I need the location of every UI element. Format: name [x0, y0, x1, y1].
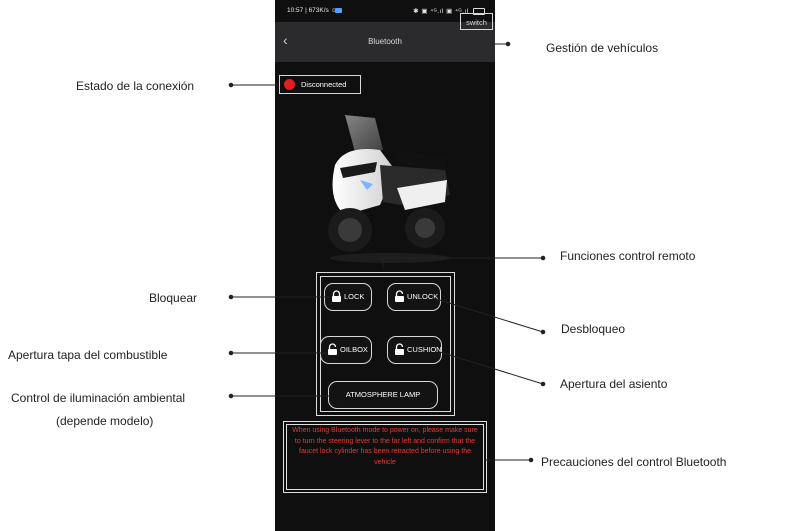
callout-lines	[228, 41, 546, 463]
